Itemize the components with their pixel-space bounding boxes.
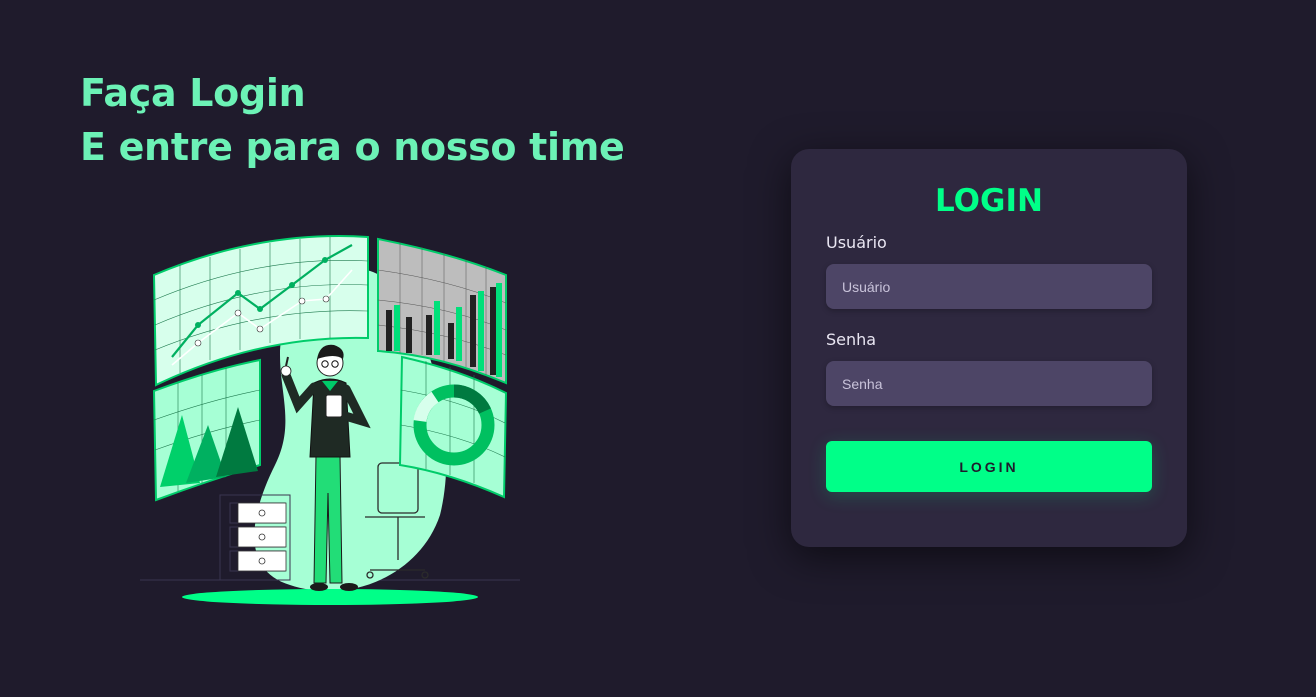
analytics-illustration <box>140 235 520 605</box>
hero-headline: Faça Login E entre para o nosso time <box>80 66 625 174</box>
login-title: LOGIN <box>935 183 1043 219</box>
login-page: Faça Login E entre para o nosso time LOG… <box>0 0 1316 697</box>
hero-line-1: Faça Login <box>80 71 306 115</box>
username-label: Usuário <box>826 233 887 252</box>
password-label: Senha <box>826 330 877 349</box>
login-button[interactable]: LOGIN <box>826 441 1152 492</box>
password-input[interactable] <box>826 361 1152 406</box>
login-card: LOGIN Usuário Senha LOGIN <box>791 149 1187 547</box>
hero-line-2: E entre para o nosso time <box>80 125 625 169</box>
username-input[interactable] <box>826 264 1152 309</box>
